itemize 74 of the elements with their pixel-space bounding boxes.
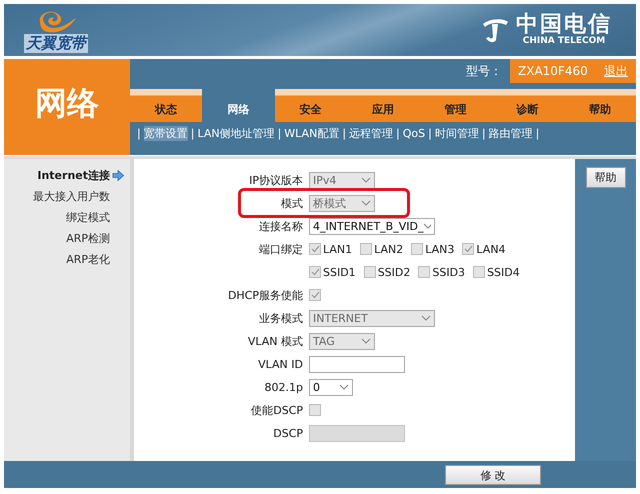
separator: | — [341, 127, 348, 140]
nav-tab[interactable]: 帮助 — [564, 89, 636, 122]
field-label: 模式 — [280, 196, 304, 210]
brand-name: 中国电信 — [516, 14, 612, 36]
telecom-logo-icon — [480, 16, 510, 44]
arrow-icon — [112, 170, 124, 181]
field-label: IP协议版本 — [248, 172, 304, 188]
subnav-link[interactable]: 远程管理 — [349, 126, 394, 141]
modify-button[interactable]: 修 改 — [445, 464, 541, 484]
separator: | — [136, 127, 142, 140]
checkbox[interactable] — [473, 266, 486, 278]
subnav-link[interactable]: QoS — [402, 127, 426, 140]
model-label: 型号： — [466, 62, 503, 80]
checkbox-label: LAN3 — [425, 242, 454, 256]
checkbox-label: SSID4 — [487, 266, 520, 278]
dropdown-caret-icon — [361, 338, 371, 344]
sidebar-item[interactable]: 最大接入用户数 — [33, 189, 124, 204]
nav-tab[interactable]: 诊断 — [491, 89, 564, 122]
separator: | — [190, 127, 196, 140]
section-title: 网络 — [35, 83, 99, 124]
subnav-link[interactable]: WLAN配置 — [284, 126, 340, 141]
checkbox-label: SSID1 — [323, 266, 356, 278]
checkbox[interactable] — [364, 266, 376, 278]
field-label: VLAN 模式 — [246, 334, 304, 348]
field-label: 业务模式 — [258, 310, 304, 326]
sidebar-item[interactable]: ARP老化 — [66, 252, 124, 267]
separator: | — [480, 127, 487, 140]
field-label: 连接名称 — [258, 218, 304, 234]
field-label: 802.1p — [264, 380, 304, 394]
subnav-link[interactable]: 宽带设置 — [144, 126, 188, 141]
separator: | — [427, 127, 433, 140]
sidebar-item[interactable]: ARP检测 — [66, 231, 124, 246]
field-label: DHCP服务使能 — [226, 288, 304, 302]
sidebar-item[interactable]: 绑定模式 — [66, 210, 124, 225]
dropdown-caret-icon — [423, 223, 431, 229]
checkbox[interactable] — [309, 266, 321, 278]
checkbox-label: LAN1 — [323, 242, 352, 256]
dropdown-caret-icon — [421, 315, 431, 321]
checkbox-label: SSID3 — [432, 266, 466, 278]
separator: | — [395, 127, 401, 140]
checkbox[interactable] — [309, 243, 321, 255]
subnav-link[interactable]: 时间管理 — [434, 126, 479, 141]
brand-name: 天翼宽带 — [24, 34, 88, 52]
checkbox[interactable] — [309, 404, 321, 416]
subnav-link[interactable]: 路由管理 — [488, 126, 533, 141]
checkbox[interactable] — [411, 243, 424, 255]
dropdown-caret-icon — [361, 200, 371, 206]
select-field[interactable]: 0 — [309, 378, 353, 396]
subnav-link[interactable]: LAN侧地址管理 — [197, 126, 275, 141]
nav-tab[interactable]: 管理 — [419, 89, 492, 122]
checkbox[interactable] — [462, 243, 474, 255]
separator: | — [276, 127, 282, 140]
dropdown-caret-icon — [339, 384, 349, 390]
input-field[interactable] — [309, 356, 405, 372]
dropdown-caret-icon — [361, 177, 371, 183]
checkbox-label: LAN2 — [374, 242, 404, 256]
field-label: VLAN ID — [257, 358, 304, 370]
field-label: 端口绑定 — [258, 242, 304, 256]
field-label: 使能DSCP — [250, 402, 304, 418]
select-field[interactable]: 4_INTERNET_B_VID_ — [309, 218, 435, 234]
help-button[interactable]: 帮助 — [586, 167, 626, 188]
brand-subtitle: CHINA TELECOM — [522, 36, 606, 46]
checkbox[interactable] — [418, 266, 430, 278]
nav-tab[interactable]: 安全 — [274, 89, 347, 122]
checkbox-label: LAN4 — [476, 242, 506, 256]
checkbox-label: SSID2 — [378, 266, 410, 278]
separator: | — [534, 127, 540, 140]
field-label: DSCP — [272, 426, 304, 440]
nav-tab[interactable]: 应用 — [346, 89, 420, 122]
checkbox[interactable] — [309, 289, 321, 301]
sidebar-item[interactable]: Internet连接 — [37, 168, 124, 183]
model-value: ZXA10F460 — [518, 64, 588, 78]
checkbox[interactable] — [360, 243, 372, 255]
nav-tab[interactable]: 状态 — [130, 89, 202, 122]
